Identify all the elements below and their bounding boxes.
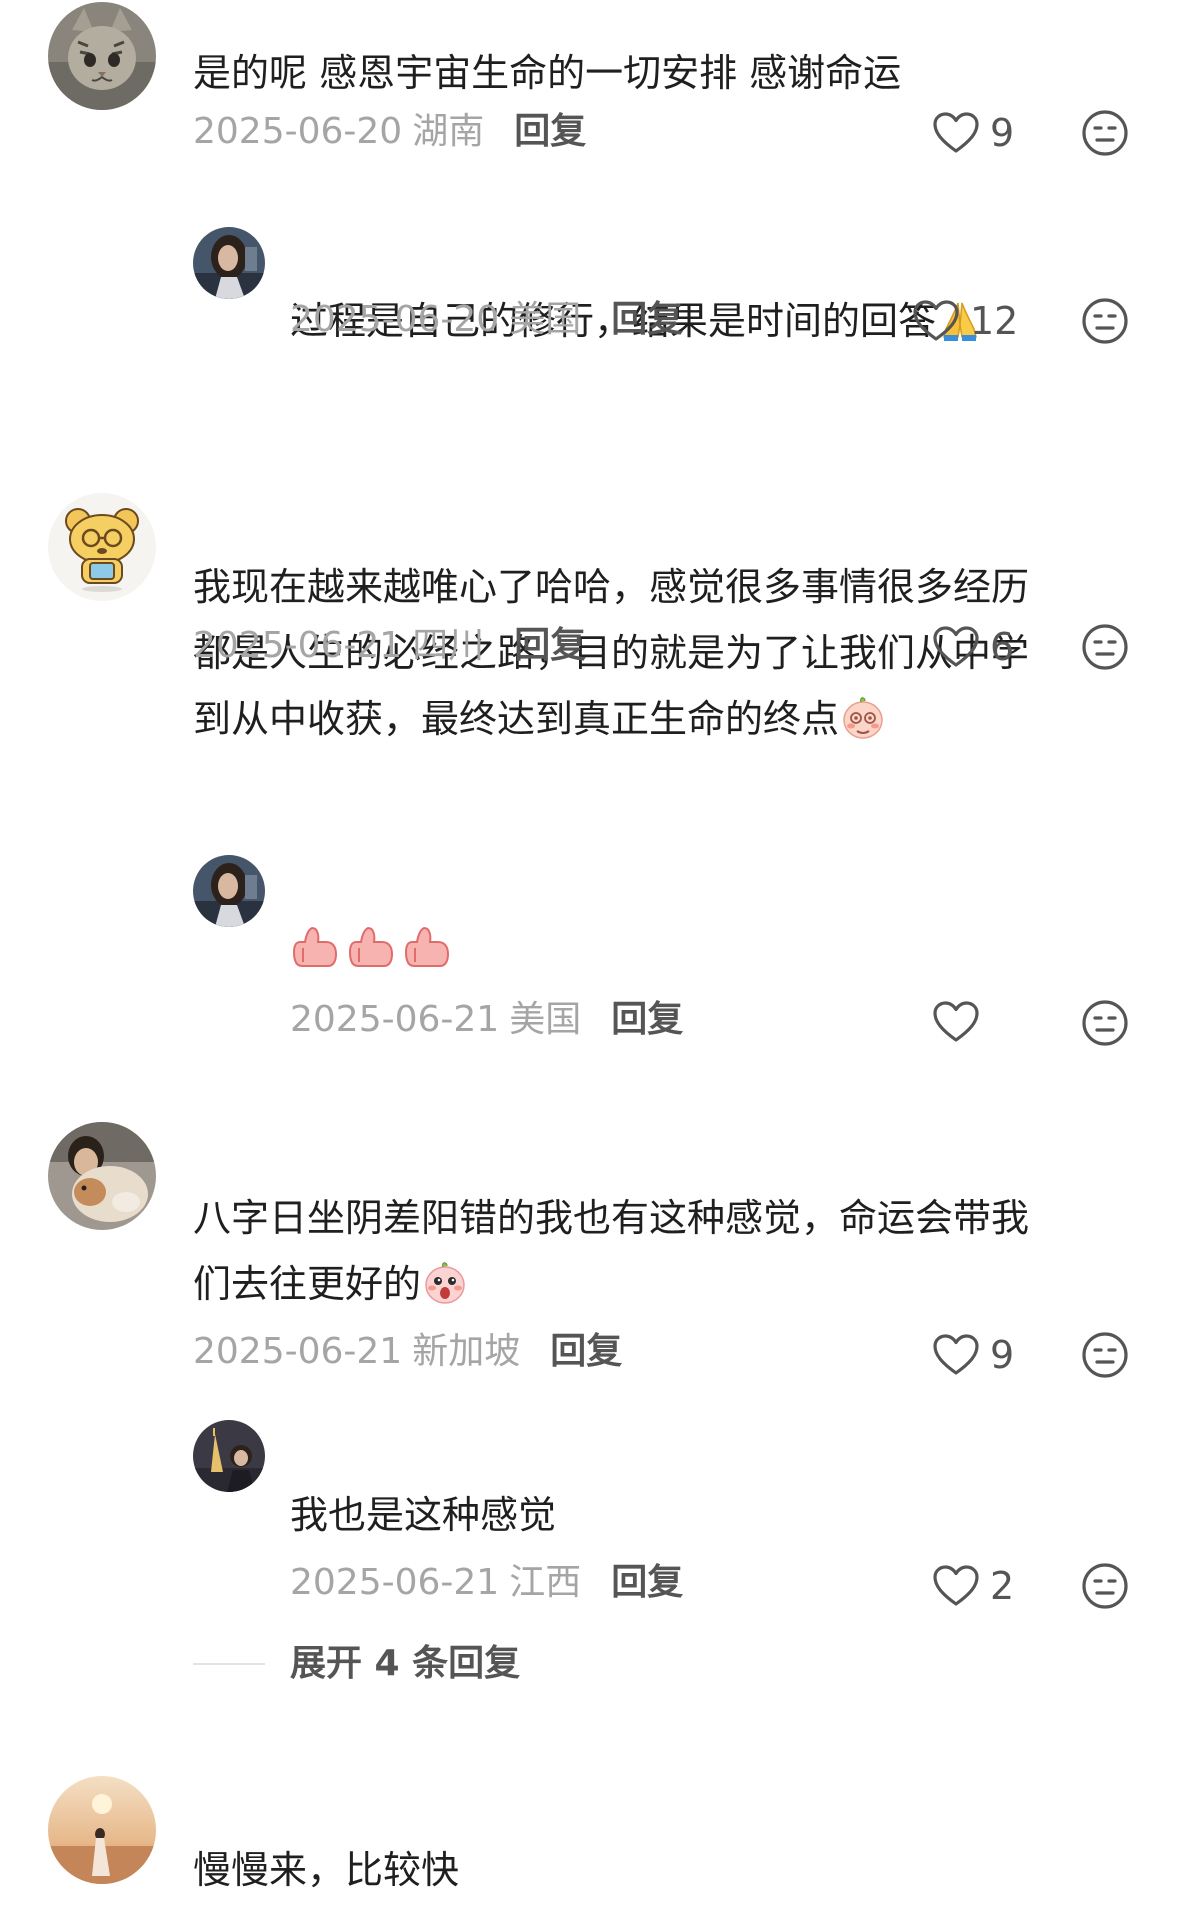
like-count: 2	[990, 1564, 1015, 1608]
thumbs-up-emoji	[346, 922, 396, 972]
comment-text: 八字日坐阴差阳错的我也有这种感觉，命运会带我 们去往更好的	[193, 1185, 1133, 1317]
comment-location: 湖南	[412, 111, 485, 152]
heart-icon	[933, 626, 979, 667]
comment-location: 四川	[412, 625, 485, 666]
tower-avatar-icon[interactable]	[193, 1420, 265, 1492]
dislike-face-icon[interactable]	[1081, 1331, 1129, 1379]
like-button[interactable]	[932, 997, 990, 1047]
comment-meta: 2025-06-21 新加坡 回复	[193, 1330, 622, 1374]
dislike-face-icon[interactable]	[1081, 999, 1129, 1047]
reply-button[interactable]: 回复	[611, 299, 683, 340]
comment-date: 2025-06-21	[290, 999, 500, 1040]
cat-avatar-icon[interactable]	[48, 2, 156, 110]
thumbs-up-emoji-row	[290, 922, 452, 972]
thumbs-up-emoji	[402, 922, 452, 972]
bear-avatar-icon[interactable]	[48, 493, 156, 601]
heart-icon	[933, 1565, 979, 1606]
comment-meta: 2025-06-20 美国 回复	[290, 298, 683, 342]
comment-date: 2025-06-20	[290, 299, 500, 340]
like-button[interactable]: 6	[932, 622, 1014, 672]
comment-text: 慢慢来，比较快	[193, 1837, 1133, 1903]
comment-line: 我也是这种感觉	[290, 1493, 557, 1537]
sunset-avatar-icon[interactable]	[48, 1776, 156, 1884]
comment-line-text: 到从中收获，最终达到真正生命的终点	[193, 697, 840, 741]
comment-meta: 2025-06-21 四川 回复	[193, 624, 586, 668]
reply-button[interactable]: 回复	[611, 999, 683, 1040]
like-count: 9	[990, 1333, 1015, 1377]
reply-button[interactable]: 回复	[550, 1331, 622, 1372]
comment-line-text: 们去往更好的	[193, 1262, 422, 1306]
comment-location: 江西	[509, 1562, 582, 1603]
comment-line: 慢慢来，比较快	[193, 1848, 460, 1892]
thumbs-up-emoji	[290, 922, 340, 972]
like-button[interactable]: 2	[932, 1561, 1014, 1611]
comment-location: 美国	[509, 299, 582, 340]
comment-line: 们去往更好的	[193, 1251, 1133, 1317]
heart-icon	[933, 1334, 979, 1375]
comment-date: 2025-06-21	[290, 1562, 500, 1603]
dislike-face-icon[interactable]	[1081, 1562, 1129, 1610]
comment-meta: 2025-06-21 美国 回复	[290, 998, 683, 1042]
dog-avatar-icon[interactable]	[48, 1122, 156, 1230]
expand-replies-button[interactable]: 展开 4 条回复	[193, 1642, 520, 1686]
heart-icon	[933, 112, 979, 153]
heart-icon	[913, 300, 959, 341]
comment-date: 2025-06-21	[193, 625, 403, 666]
like-button[interactable]: 9	[932, 108, 1014, 158]
comment-meta: 2025-06-20 湖南 回复	[193, 110, 586, 154]
surprised-peach-emoji	[421, 1258, 469, 1306]
comment-list: 是的呢 感恩宇宙生命的一切安排 感谢命运 2025-06-20 湖南 回复 9 过程…	[0, 0, 1179, 1921]
comment-location: 美国	[509, 999, 582, 1040]
expand-replies-label: 展开 4 条回复	[290, 1643, 521, 1684]
reply-button[interactable]: 回复	[514, 111, 586, 152]
comment-line: 我现在越来越唯心了哈哈，感觉很多事情很多经历	[193, 565, 1030, 609]
dislike-face-icon[interactable]	[1081, 109, 1129, 157]
comment-date: 2025-06-21	[193, 1331, 403, 1372]
dislike-face-icon[interactable]	[1081, 297, 1129, 345]
expand-divider	[193, 1663, 265, 1665]
comment-line: 八字日坐阴差阳错的我也有这种感觉，命运会带我	[193, 1196, 1030, 1240]
woman-avatar-icon[interactable]	[193, 227, 265, 299]
comment-meta: 2025-06-21 江西 回复	[290, 1561, 683, 1605]
comment-date: 2025-06-20	[193, 111, 403, 152]
comment-line: 是的呢 感恩宇宙生命的一切安排 感谢命运	[193, 51, 902, 95]
dislike-face-icon[interactable]	[1081, 623, 1129, 671]
like-count: 9	[990, 111, 1015, 155]
comment-text: 是的呢 感恩宇宙生命的一切安排 感谢命运	[193, 40, 1133, 106]
woman-avatar-icon[interactable]	[193, 855, 265, 927]
comment-location: 新加坡	[412, 1331, 521, 1372]
heart-icon	[933, 1001, 979, 1042]
comment-line: 到从中收获，最终达到真正生命的终点	[193, 686, 1133, 752]
like-button[interactable]: 9	[932, 1330, 1014, 1380]
reply-button[interactable]: 回复	[611, 1562, 683, 1603]
comment-text: 我也是这种感觉	[290, 1482, 1130, 1548]
shy-peach-emoji	[839, 693, 887, 741]
like-count: 12	[970, 299, 1019, 343]
reply-button[interactable]: 回复	[514, 625, 586, 666]
like-button[interactable]: 12	[912, 296, 1018, 346]
like-count: 6	[990, 625, 1015, 669]
